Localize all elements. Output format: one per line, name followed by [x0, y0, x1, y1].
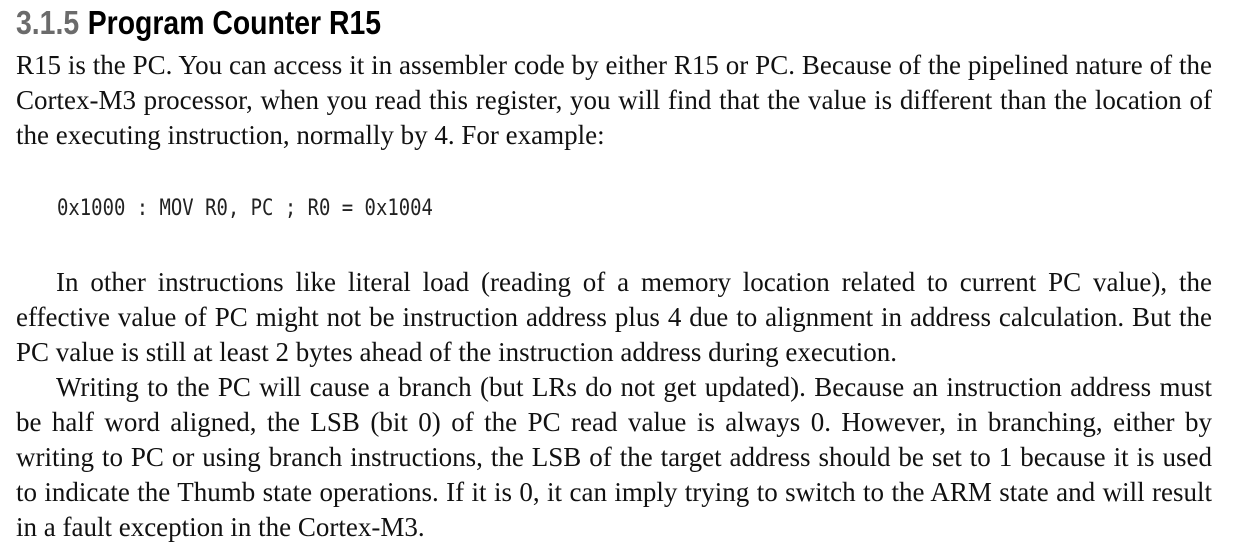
- code-example: 0x1000 : MOV R0, PC ; R0 = 0x1004: [16, 153, 1212, 265]
- section-title: Program Counter R15: [87, 4, 382, 41]
- paragraph-literal-load: In other instructions like literal load …: [16, 267, 1212, 367]
- document-page: 3.1.5 Program Counter R15 R15 is the PC. …: [16, 0, 1212, 545]
- paragraph-writing-pc: Writing to the PC will cause a branch (b…: [16, 372, 1212, 542]
- paragraph-intro: R15 is the PC. You can access it in asse…: [16, 50, 1212, 150]
- code-line: 0x1000 : MOV R0, PC ; R0 = 0x1004: [57, 196, 433, 221]
- section-number: 3.1.5: [16, 4, 80, 41]
- section-heading: 3.1.5 Program Counter R15: [16, 0, 1045, 48]
